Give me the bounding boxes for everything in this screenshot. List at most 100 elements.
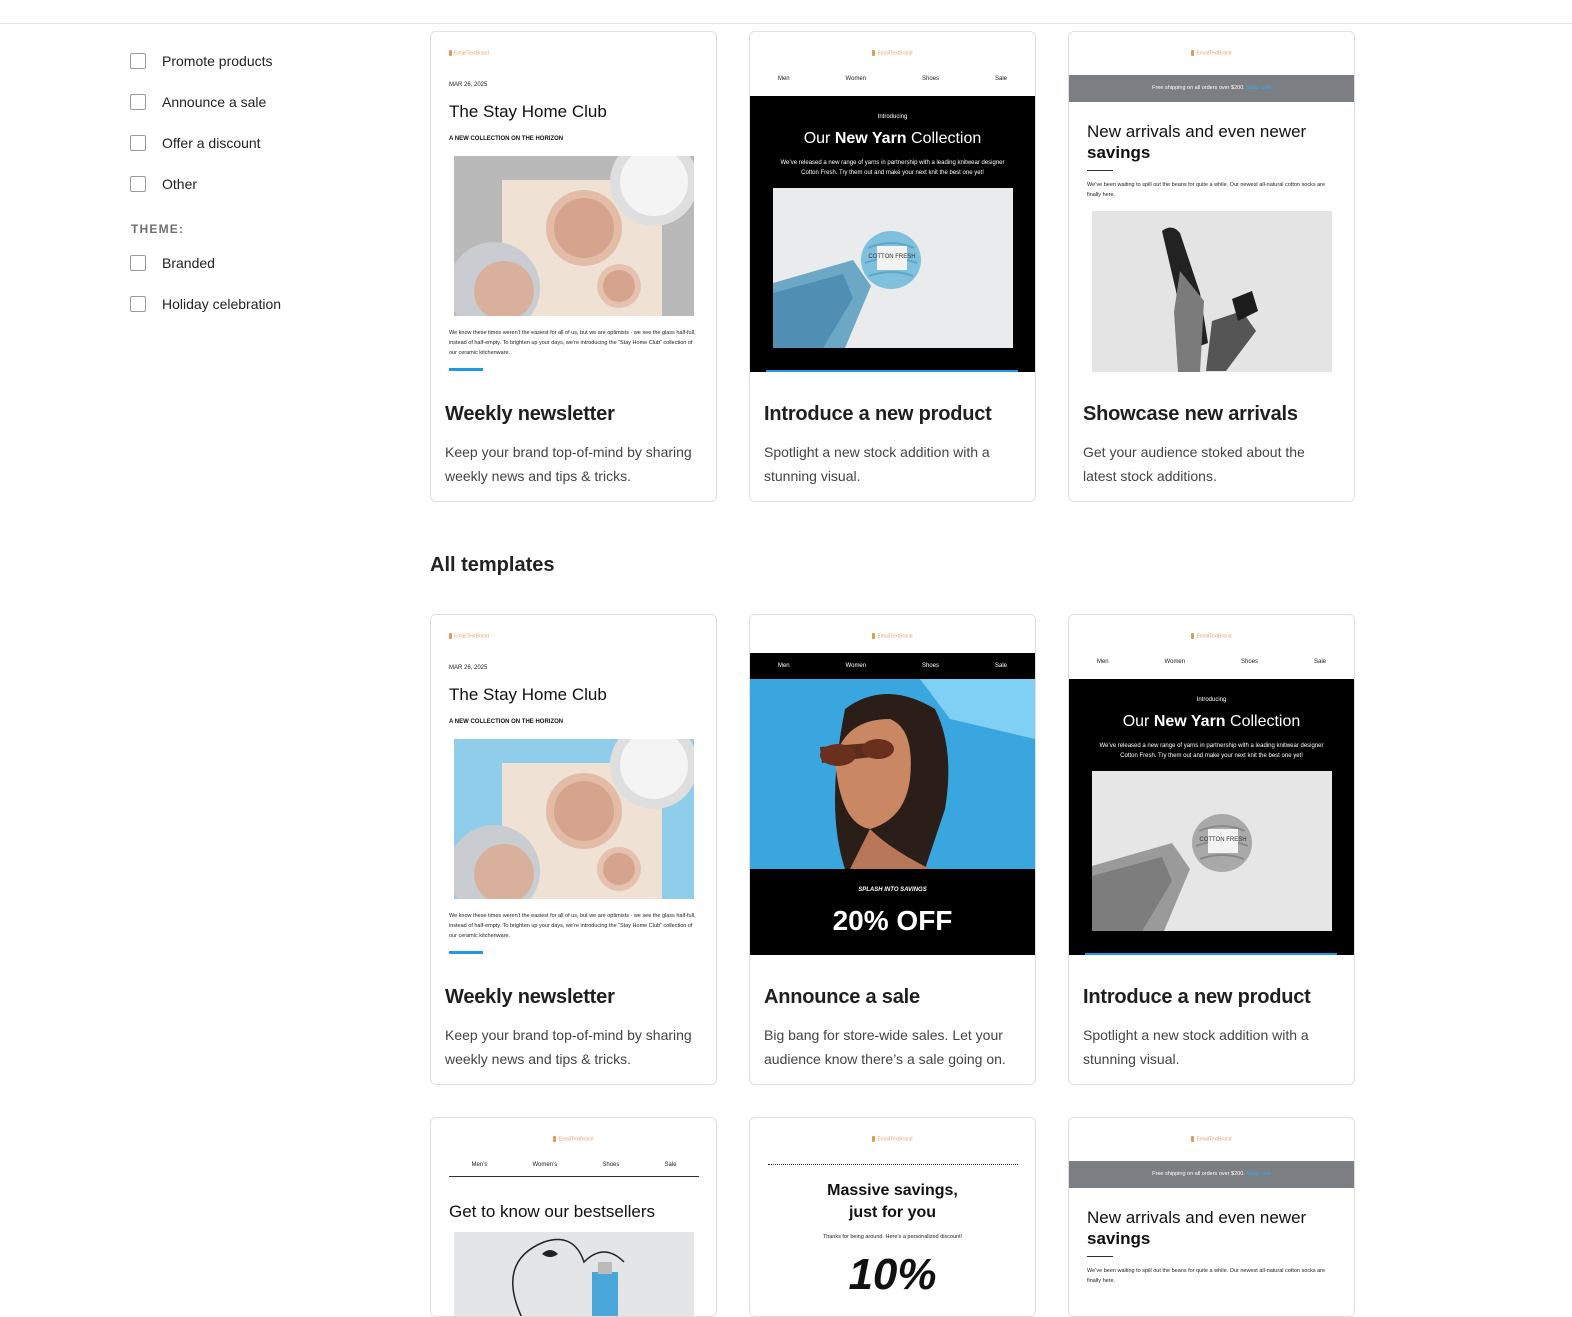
filter-promote-products[interactable]: Promote products	[130, 40, 390, 81]
template-card-introduce-product[interactable]: EmailTextBrand Men Women Shoes Sale Introdu…	[1068, 614, 1355, 1085]
yarn-image: COTTON FRESH	[1091, 771, 1332, 931]
filter-announce-sale[interactable]: Announce a sale	[130, 81, 390, 122]
checkbox[interactable]	[130, 93, 146, 110]
checkbox[interactable]	[130, 52, 146, 69]
all-templates-grid: EmailTextBrand MAR 26, 2025 The Stay Hom…	[430, 614, 1355, 1085]
hero-headline: Our New Yarn Collection	[803, 130, 982, 147]
divider	[1087, 1256, 1113, 1257]
cta-line	[766, 370, 1018, 372]
brand-logo: EmailTextBrand	[750, 633, 1035, 639]
discount-percent: 10%	[848, 1250, 937, 1299]
preview-body: We know these times weren’t the easiest …	[449, 330, 696, 356]
template-card-massive-savings[interactable]: EmailTextBrand Massive savings, just for …	[749, 1117, 1036, 1317]
template-preview: EmailTextBrand Men Women Shoes Sale Introdu…	[1069, 615, 1354, 955]
preview-headline: Get to know our bestsellers	[449, 1202, 655, 1221]
template-card-showcase-arrivals[interactable]: EmailTextBrand Free shipping on all orde…	[1068, 31, 1355, 502]
template-description: Spotlight a new stock addition with a st…	[1083, 1027, 1309, 1067]
preview-body: Thanks for being around. Here’s a person…	[822, 1234, 963, 1240]
filter-label: Offer a discount	[162, 134, 261, 151]
filter-label: Branded	[162, 254, 215, 271]
filter-label: Other	[162, 175, 198, 192]
filter-sidebar: Promote products Announce a sale Offer a…	[130, 40, 390, 324]
theme-heading: THEME:	[131, 222, 185, 236]
template-preview: EmailTextBrand Men’s Women’s Shoes Sale Get…	[431, 1118, 716, 1316]
brand-logo: EmailTextBrand	[449, 633, 716, 639]
hero-headline: Our New Yarn Collection	[1122, 713, 1301, 730]
yarn-image: COTTON FRESH	[772, 188, 1013, 348]
hero-intro: Introducing	[1196, 697, 1227, 703]
filter-holiday[interactable]: Holiday celebration	[130, 283, 390, 324]
preview-subhead: A NEW COLLECTION ON THE HORIZON	[449, 719, 564, 725]
model-photo	[750, 679, 1035, 869]
preview-nav: Men Women Shoes Sale	[777, 76, 1007, 82]
template-title: Showcase new arrivals	[1083, 403, 1298, 425]
brand-logo: EmailTextBrand	[1069, 1136, 1354, 1142]
svg-text:COTTON FRESH: COTTON FRESH	[868, 254, 915, 260]
template-preview: EmailTextBrand MAR 26, 2025 The Stay Hom…	[431, 32, 716, 372]
svg-text:COTTON FRESH: COTTON FRESH	[1199, 837, 1246, 843]
hero-text: We’ve released a new range of yarns in p…	[780, 160, 1005, 176]
template-description: Keep your brand top-of-mind by sharing w…	[445, 1027, 692, 1067]
brand-logo: EmailTextBrand	[750, 50, 1035, 56]
checkbox[interactable]	[130, 295, 146, 312]
top-bar	[0, 0, 1572, 24]
filter-offer-discount[interactable]: Offer a discount	[130, 122, 390, 163]
checkbox[interactable]	[130, 134, 146, 151]
template-description: Keep your brand top-of-mind by sharing w…	[445, 444, 692, 484]
template-title: Introduce a new product	[1083, 986, 1311, 1008]
all-templates-heading: All templates	[430, 554, 555, 576]
template-card-weekly-newsletter[interactable]: EmailTextBrand MAR 26, 2025 The Stay Hom…	[430, 31, 717, 502]
template-preview: EmailTextBrand Free shipping on all orde…	[1069, 32, 1354, 372]
template-preview: EmailTextBrand Massive savings, just for …	[750, 1118, 1035, 1316]
preview-nav: Men Women Shoes Sale	[1096, 659, 1326, 665]
preview-body: We know these times weren’t the easiest …	[449, 913, 696, 939]
brand-logo: EmailTextBrand	[449, 50, 716, 56]
ceramics-image	[454, 156, 694, 316]
cta-line	[449, 368, 483, 371]
featured-templates: EmailTextBrand MAR 26, 2025 The Stay Hom…	[430, 31, 1355, 502]
template-card-weekly-newsletter[interactable]: EmailTextBrand MAR 26, 2025 The Stay Hom…	[430, 614, 717, 1085]
yarn-hero: Introducing Our New Yarn Collection We’v…	[1069, 679, 1354, 955]
product-image	[454, 1232, 694, 1316]
sale-banner: SPLASH INTO SAVINGS 20% OFF	[750, 869, 1035, 955]
template-preview: EmailTextBrand Free shipping on all orde…	[1069, 1118, 1354, 1316]
brand-logo: EmailTextBrand	[750, 1136, 1035, 1142]
yarn-hero: Introducing Our New Yarn Collection We’v…	[750, 96, 1035, 372]
hero-text: We’ve released a new range of yarns in p…	[1099, 743, 1324, 759]
template-card-bestsellers[interactable]: EmailTextBrand Men’s Women’s Shoes Sale Get…	[430, 1117, 717, 1317]
template-preview: EmailTextBrand Men Women Shoes Sale SPLASH …	[750, 615, 1035, 955]
preview-subhead: A NEW COLLECTION ON THE HORIZON	[449, 136, 564, 142]
template-preview: EmailTextBrand MAR 26, 2025 The Stay Hom…	[431, 615, 716, 955]
template-title: Introduce a new product	[764, 403, 992, 425]
template-title: Weekly newsletter	[445, 986, 615, 1008]
template-preview: EmailTextBrand Men Women Shoes Sale Introdu…	[750, 32, 1035, 372]
preview-headline: New arrivals and even newer savings	[1087, 1208, 1307, 1248]
checkbox[interactable]	[130, 175, 146, 192]
all-templates-grid-row3: EmailTextBrand Men’s Women’s Shoes Sale Get…	[430, 1117, 1355, 1317]
filter-other[interactable]: Other	[130, 163, 390, 204]
template-card-announce-sale[interactable]: EmailTextBrand Men Women Shoes Sale SPLASH …	[749, 614, 1036, 1085]
preview-date: MAR 26, 2025	[449, 82, 488, 88]
filter-branded[interactable]: Branded	[130, 242, 390, 283]
template-description: Big bang for store-wide sales. Let your …	[764, 1027, 1006, 1067]
preview-nav: Men Women Shoes Sale	[750, 653, 1035, 679]
divider	[1087, 170, 1113, 171]
preview-nav: Men’s Women’s Shoes Sale	[449, 1162, 699, 1177]
shipping-banner: Free shipping on all orders over $200. S…	[1069, 75, 1354, 102]
divider	[768, 1164, 1018, 1165]
preview-body: We’ve been waiting to spill out the bean…	[1087, 182, 1326, 198]
shipping-banner: Free shipping on all orders over $200. S…	[1069, 1161, 1354, 1188]
sale-tag: SPLASH INTO SAVINGS	[858, 887, 927, 893]
preview-headline: The Stay Home Club	[449, 685, 607, 704]
template-card-new-arrivals[interactable]: EmailTextBrand Free shipping on all orde…	[1068, 1117, 1355, 1317]
preview-headline: New arrivals and even newer savings	[1087, 122, 1307, 162]
preview-body: We’ve been waiting to spill out the bean…	[1087, 1268, 1326, 1284]
template-title: Weekly newsletter	[445, 403, 615, 425]
template-card-introduce-product[interactable]: EmailTextBrand Men Women Shoes Sale Introdu…	[749, 31, 1036, 502]
brand-logo: EmailTextBrand	[431, 1136, 716, 1142]
ceramics-image	[454, 739, 694, 899]
filter-label: Announce a sale	[162, 93, 267, 110]
template-description: Get your audience stoked about the lates…	[1083, 444, 1305, 484]
cta-line	[449, 951, 483, 954]
checkbox[interactable]	[130, 254, 146, 271]
